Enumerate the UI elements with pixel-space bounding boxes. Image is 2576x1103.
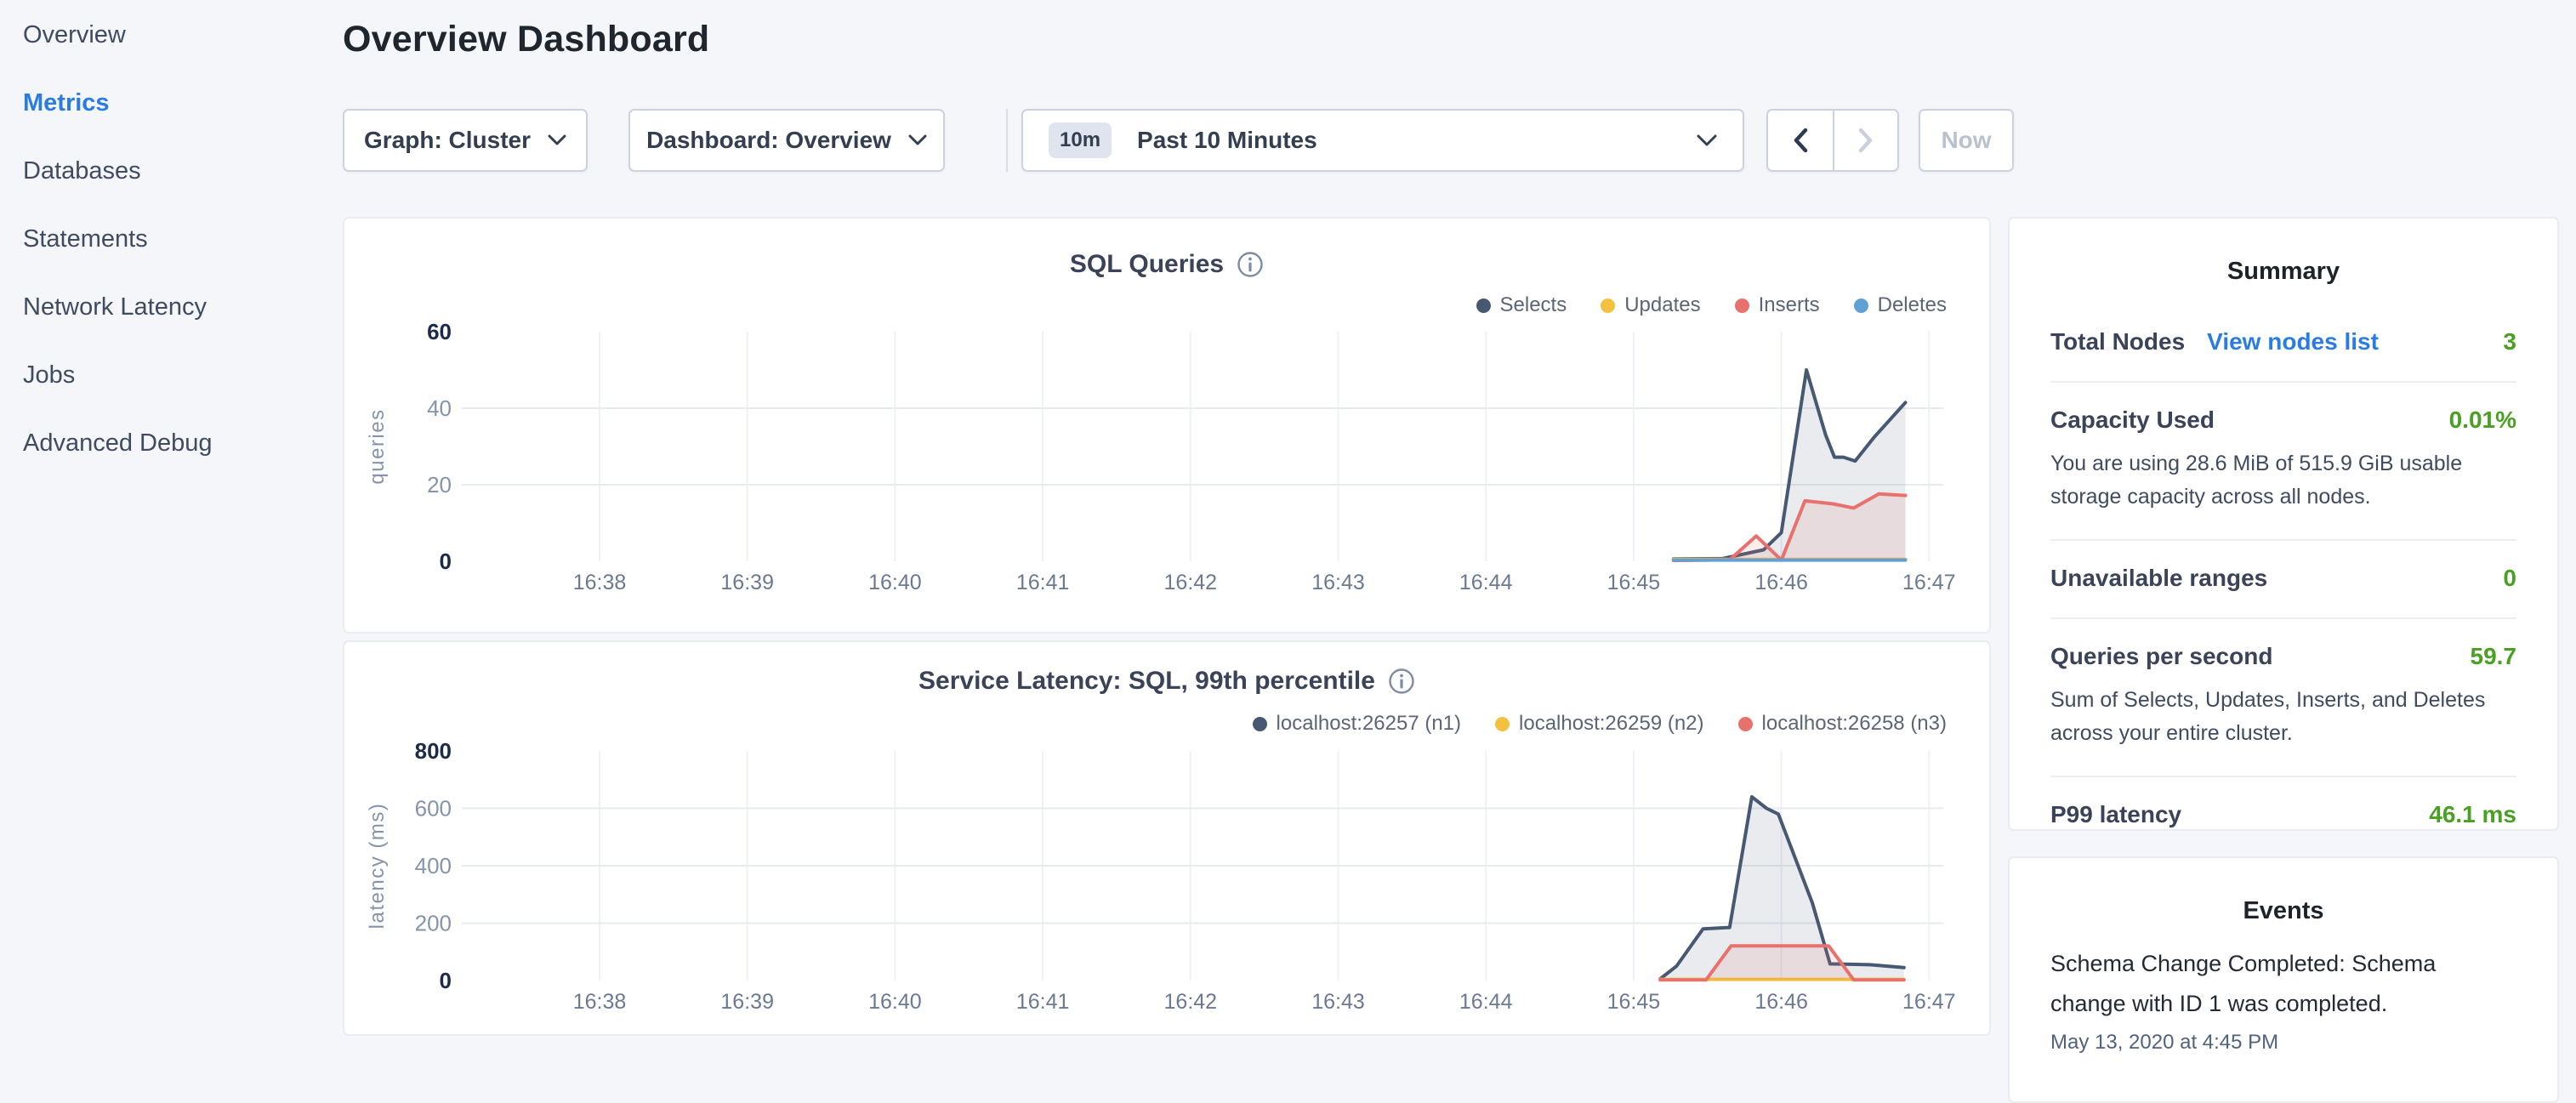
chevron-left-icon <box>1793 128 1808 153</box>
event-text: Schema Change Completed: Schema change w… <box>2050 944 2516 1024</box>
svg-text:16:47: 16:47 <box>1902 571 1956 594</box>
time-step-buttons <box>1766 109 1899 172</box>
chevron-down-icon <box>1697 134 1717 147</box>
unavailable-ranges-label: Unavailable ranges <box>2050 565 2267 592</box>
dashboard-dropdown-label: Dashboard: Overview <box>646 127 891 154</box>
toolbar-divider <box>1006 109 1008 172</box>
svg-text:queries: queries <box>366 408 389 484</box>
sidebar-item-statements[interactable]: Statements <box>0 205 342 273</box>
time-step-back-button[interactable] <box>1768 111 1833 170</box>
svg-text:16:43: 16:43 <box>1311 990 1365 1014</box>
svg-text:16:45: 16:45 <box>1607 571 1661 594</box>
service-latency-chart-card: Service Latency: SQL, 99th percentile lo… <box>343 640 1991 1036</box>
sql-queries-chart[interactable]: 0 20 40 60 16:38 16:39 16:40 16:41 16:42 16:43 16:… <box>344 219 1989 632</box>
summary-row-total-nodes: Total Nodes View nodes list 3 <box>2050 304 2516 383</box>
sidebar-item-overview[interactable]: Overview <box>0 1 342 69</box>
event-list-item[interactable]: Schema Change Completed: Schema change w… <box>2050 944 2516 1055</box>
chevron-down-icon <box>548 134 566 146</box>
svg-text:60: 60 <box>427 319 452 344</box>
summary-row-p99: P99 latency 46.1 ms <box>2050 777 2516 854</box>
svg-text:16:43: 16:43 <box>1311 571 1365 594</box>
svg-text:40: 40 <box>427 395 452 421</box>
sql-queries-chart-card: SQL Queries SelectsUpdatesInsertsDeletes… <box>343 217 1991 634</box>
svg-text:16:41: 16:41 <box>1016 571 1070 594</box>
sidebar-item-metrics[interactable]: Metrics <box>0 69 342 137</box>
time-window-badge: 10m <box>1049 122 1112 158</box>
page-title: Overview Dashboard <box>343 19 709 60</box>
sidebar-item-advanced-debug[interactable]: Advanced Debug <box>0 409 342 477</box>
p99-latency-label: P99 latency <box>2050 801 2181 828</box>
dashboard-dropdown[interactable]: Dashboard: Overview <box>628 109 945 172</box>
events-title: Events <box>2050 897 2516 925</box>
sidebar-item-jobs[interactable]: Jobs <box>0 341 342 409</box>
svg-text:200: 200 <box>415 911 452 936</box>
svg-text:16:46: 16:46 <box>1754 571 1808 594</box>
qps-label: Queries per second <box>2050 643 2272 670</box>
graph-scope-dropdown-label: Graph: Cluster <box>364 127 531 154</box>
svg-text:16:45: 16:45 <box>1607 990 1661 1014</box>
svg-text:16:42: 16:42 <box>1164 990 1218 1014</box>
svg-text:400: 400 <box>415 853 452 878</box>
sidebar-item-network-latency[interactable]: Network Latency <box>0 273 342 341</box>
view-nodes-list-link[interactable]: View nodes list <box>2207 328 2379 355</box>
qps-description: Sum of Selects, Updates, Inserts, and De… <box>2050 684 2516 750</box>
summary-row-capacity: Capacity Used 0.01% You are using 28.6 M… <box>2050 383 2516 541</box>
svg-text:16:39: 16:39 <box>720 990 774 1014</box>
capacity-used-label: Capacity Used <box>2050 407 2215 434</box>
sidebar: Overview Metrics Databases Statements Ne… <box>0 0 342 477</box>
now-button-label: Now <box>1941 127 1991 154</box>
total-nodes-value: 3 <box>2503 328 2516 355</box>
time-window-label: Past 10 Minutes <box>1137 127 1317 154</box>
summary-panel: Summary Total Nodes View nodes list 3 Ca… <box>2008 217 2559 831</box>
summary-title: Summary <box>2050 258 2516 286</box>
unavailable-ranges-value: 0 <box>2503 565 2516 592</box>
summary-row-qps: Queries per second 59.7 Sum of Selects, … <box>2050 619 2516 777</box>
capacity-used-description: You are using 28.6 MiB of 515.9 GiB usab… <box>2050 447 2516 514</box>
svg-text:16:38: 16:38 <box>573 571 627 594</box>
chevron-right-icon <box>1858 128 1874 153</box>
svg-text:16:40: 16:40 <box>868 571 922 594</box>
time-step-forward-button[interactable] <box>1833 111 1897 170</box>
service-latency-chart[interactable]: 0 200 400 600 800 16:38 16:39 16:40 16:41 16:42 16… <box>344 642 1989 1034</box>
time-window-selector[interactable]: 10m Past 10 Minutes <box>1021 109 1744 172</box>
summary-row-unavailable-ranges: Unavailable ranges 0 <box>2050 541 2516 619</box>
svg-text:0: 0 <box>440 549 452 574</box>
graph-scope-dropdown[interactable]: Graph: Cluster <box>343 109 588 172</box>
svg-text:16:40: 16:40 <box>868 990 922 1014</box>
svg-text:16:46: 16:46 <box>1754 990 1808 1014</box>
svg-text:0: 0 <box>440 968 452 993</box>
svg-text:600: 600 <box>415 796 452 822</box>
svg-text:800: 800 <box>415 738 452 764</box>
svg-text:16:44: 16:44 <box>1459 571 1513 594</box>
svg-text:16:47: 16:47 <box>1902 990 1956 1014</box>
total-nodes-label: Total Nodes <box>2050 328 2185 355</box>
chevron-down-icon <box>908 134 927 146</box>
sidebar-item-databases[interactable]: Databases <box>0 137 342 205</box>
capacity-used-value: 0.01% <box>2449 407 2516 434</box>
svg-text:16:39: 16:39 <box>720 571 774 594</box>
p99-latency-value: 46.1 ms <box>2429 801 2516 828</box>
events-panel: Events Schema Change Completed: Schema c… <box>2008 856 2559 1103</box>
svg-text:16:42: 16:42 <box>1164 571 1218 594</box>
svg-text:latency (ms): latency (ms) <box>366 803 389 930</box>
svg-text:16:38: 16:38 <box>573 990 627 1014</box>
qps-value: 59.7 <box>2471 643 2517 670</box>
now-button[interactable]: Now <box>1919 109 2014 172</box>
svg-text:20: 20 <box>427 472 452 497</box>
svg-text:16:41: 16:41 <box>1016 990 1070 1014</box>
svg-text:16:44: 16:44 <box>1459 990 1513 1014</box>
